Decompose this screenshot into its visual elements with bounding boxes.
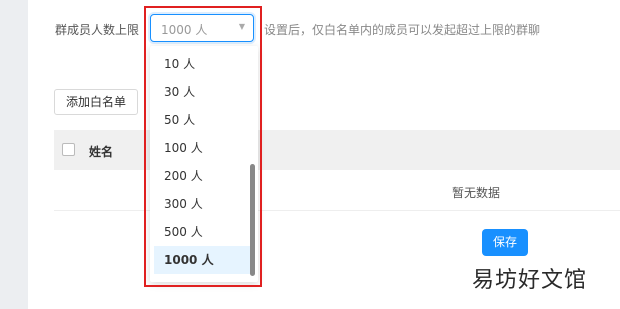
column-header-name: 姓名	[89, 145, 114, 159]
member-limit-select[interactable]: 1000 人 ▼	[150, 14, 254, 42]
limit-option[interactable]: 10 人	[154, 50, 250, 78]
add-whitelist-button[interactable]: 添加白名单	[54, 89, 138, 115]
whitelist-empty-row: 暂无数据	[54, 170, 620, 211]
select-all-checkbox[interactable]	[62, 143, 75, 156]
empty-state-text: 暂无数据	[452, 186, 501, 200]
chevron-down-icon: ▼	[238, 22, 245, 31]
left-rail	[0, 0, 28, 309]
member-limit-label: 群成员人数上限	[55, 23, 140, 37]
limit-option[interactable]: 30 人	[154, 78, 250, 106]
member-limit-select-value: 1000 人	[161, 23, 208, 37]
limit-option[interactable]: 50 人	[154, 106, 250, 134]
limit-option[interactable]: 100 人	[154, 134, 250, 162]
member-limit-description: 设置后，仅白名单内的成员可以发起超过上限的群聊	[264, 23, 541, 37]
watermark-text: 易坊好文馆	[472, 268, 588, 293]
dropdown-scrollbar[interactable]	[250, 164, 255, 276]
member-limit-dropdown: 10 人 30 人 50 人 100 人 200 人 300 人 500 人 1…	[150, 46, 258, 282]
limit-option-selected[interactable]: 1000 人	[154, 246, 250, 274]
limit-option[interactable]: 500 人	[154, 218, 250, 246]
limit-option[interactable]: 300 人	[154, 190, 250, 218]
whitelist-table-header: 姓名	[54, 130, 620, 170]
limit-option[interactable]: 200 人	[154, 162, 250, 190]
save-button[interactable]: 保存	[482, 229, 528, 256]
